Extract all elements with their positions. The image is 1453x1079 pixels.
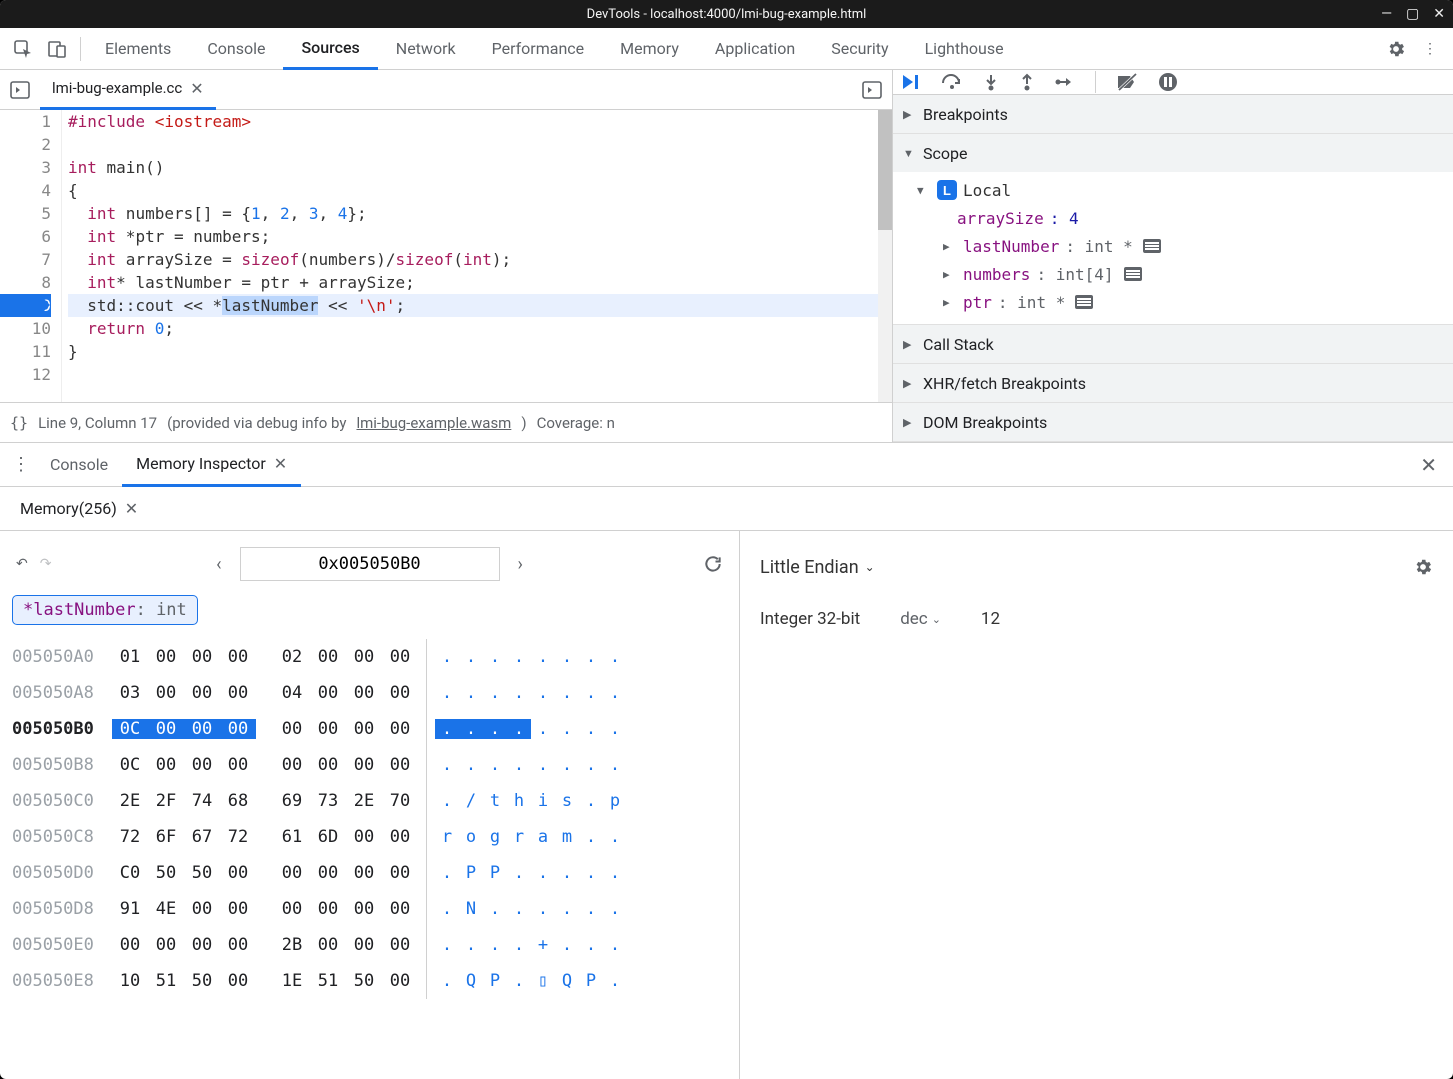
source-filename: lmi-bug-example.cc [52,79,182,97]
drawer-tab-bar: ⋮ Console Memory Inspector ✕ ✕ [0,443,1453,487]
close-icon[interactable]: ✕ [125,499,138,518]
highlight-chip[interactable]: *lastNumber: int [12,595,198,625]
deactivate-breakpoints-icon[interactable] [1116,73,1138,91]
memory-icon[interactable] [1143,239,1161,253]
next-page-icon[interactable]: › [518,554,523,575]
tab-security[interactable]: Security [813,28,906,70]
hex-viewer[interactable]: 005050A00100000002000000........005050A8… [12,639,727,999]
section-breakpoints[interactable]: ▶Breakpoints [893,95,1453,133]
close-icon[interactable]: ✕ [274,454,287,473]
var-arraysize[interactable]: arraySize: 4 [917,204,1453,232]
scope-local[interactable]: ▼LLocal [917,176,1453,204]
pretty-print-icon[interactable]: {} [10,414,28,432]
more-menu-icon[interactable]: ⋮ [1413,32,1447,66]
step-icon[interactable] [1055,75,1075,89]
undo-icon[interactable]: ↶ [16,556,28,572]
tab-memory[interactable]: Memory [602,28,697,70]
refresh-icon[interactable] [703,554,723,574]
tab-elements[interactable]: Elements [87,28,189,70]
step-out-icon[interactable] [1019,73,1035,91]
tab-sources[interactable]: Sources [283,28,377,70]
close-tab-icon[interactable]: ✕ [190,79,203,98]
drawer-tab-memory-inspector[interactable]: Memory Inspector ✕ [122,443,301,487]
navigator-toggle-icon[interactable] [0,81,40,99]
var-lastnumber[interactable]: ▶lastNumber: int * [917,232,1453,260]
resume-icon[interactable] [901,73,921,91]
tab-performance[interactable]: Performance [474,28,603,70]
tab-application[interactable]: Application [697,28,813,70]
titlebar: DevTools - localhost:4000/lmi-bug-exampl… [0,0,1453,28]
memory-instance-tab[interactable]: Memory(256) ✕ [10,487,148,531]
tab-lighthouse[interactable]: Lighthouse [907,28,1022,70]
device-toggle-icon[interactable] [40,32,74,66]
debug-toolbar [893,70,1453,95]
cursor-position: Line 9, Column 17 [38,414,157,432]
drawer-close-icon[interactable]: ✕ [1410,453,1447,477]
section-xhr[interactable]: ▶XHR/fetch Breakpoints [893,364,1453,402]
var-numbers[interactable]: ▶numbers: int[4] [917,260,1453,288]
interp-type: Integer 32-bit [760,609,860,629]
step-into-icon[interactable] [983,73,999,91]
close-window-icon[interactable]: ✕ [1433,6,1445,22]
var-ptr[interactable]: ▶ptr: int * [917,288,1453,316]
chevron-down-icon: ⌄ [865,560,875,574]
interp-settings-icon[interactable] [1413,557,1433,577]
settings-icon[interactable] [1379,32,1413,66]
tab-network[interactable]: Network [378,28,474,70]
pause-exceptions-icon[interactable] [1158,72,1178,92]
interp-value: 12 [981,609,1000,629]
tab-console[interactable]: Console [189,28,283,70]
code-editor[interactable]: 1234 5678 9101112 #include <iostream> in… [0,110,892,402]
drawer-menu-icon[interactable]: ⋮ [6,454,36,475]
inspect-icon[interactable] [6,32,40,66]
drawer-tab-console[interactable]: Console [36,443,122,487]
main-tab-bar: Elements Console Sources Network Perform… [0,28,1453,70]
maximize-icon[interactable]: ▢ [1406,6,1419,22]
scrollbar[interactable] [878,110,892,402]
prev-page-icon[interactable]: ‹ [216,554,221,575]
editor-status-bar: {} Line 9, Column 17 (provided via debug… [0,402,892,442]
memory-icon[interactable] [1075,295,1093,309]
coverage-label: Coverage: n [537,414,615,432]
endian-select[interactable]: Little Endian ⌄ [760,557,875,578]
source-file-tab[interactable]: lmi-bug-example.cc ✕ [40,70,216,110]
wasm-link[interactable]: lmi-bug-example.wasm [356,414,511,432]
more-tabs-icon[interactable] [852,81,892,99]
format-select[interactable]: dec⌄ [900,609,941,629]
address-input[interactable] [240,547,500,581]
memory-icon[interactable] [1124,267,1142,281]
redo-icon[interactable]: ↷ [40,556,52,572]
section-dom[interactable]: ▶DOM Breakpoints [893,403,1453,441]
step-over-icon[interactable] [941,73,963,91]
minimize-icon[interactable]: — [1381,6,1392,22]
section-scope[interactable]: ▼Scope [893,134,1453,172]
section-callstack[interactable]: ▶Call Stack [893,325,1453,363]
window-title: DevTools - localhost:4000/lmi-bug-exampl… [587,7,867,22]
